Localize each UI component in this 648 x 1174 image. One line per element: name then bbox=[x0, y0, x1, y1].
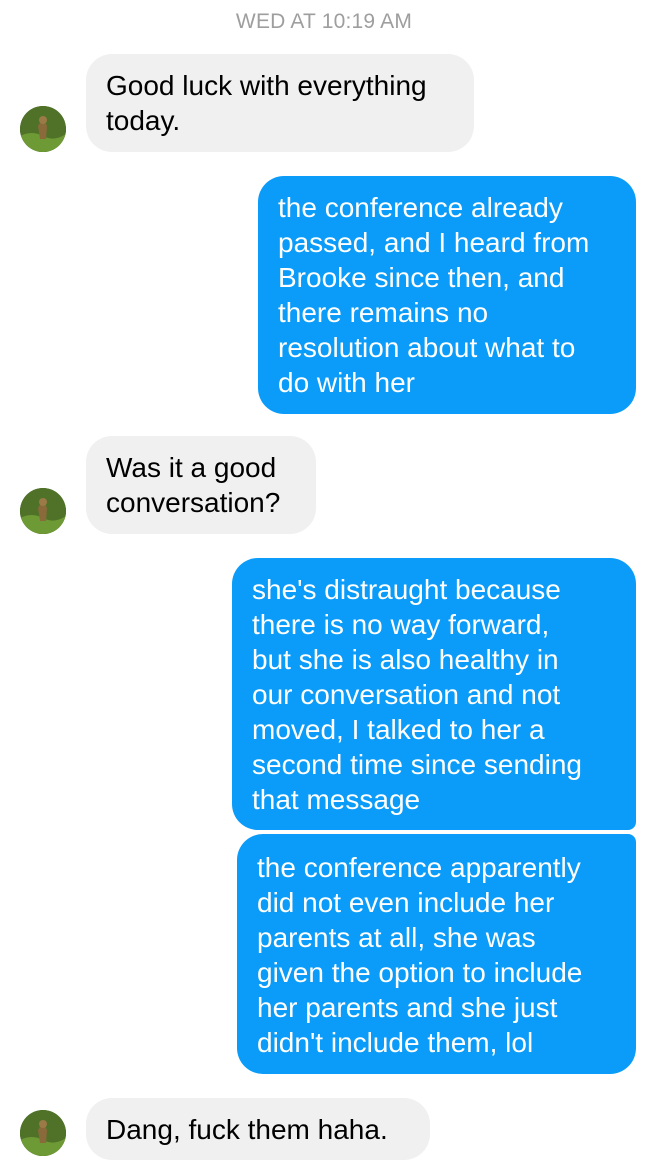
avatar-photo-icon bbox=[20, 1110, 66, 1156]
message-bubble-incoming[interactable]: Good luck with everything today. bbox=[86, 54, 474, 152]
message-bubble-incoming[interactable]: Dang, fuck them haha. bbox=[86, 1098, 430, 1160]
message-bubble-outgoing[interactable]: the conference already passed, and I hea… bbox=[258, 176, 636, 414]
avatar-photo-icon bbox=[20, 106, 66, 152]
message-timestamp: WED AT 10:19 AM bbox=[235, 10, 413, 33]
contact-avatar[interactable] bbox=[20, 488, 66, 534]
message-bubble-outgoing[interactable]: the conference apparently did not even i… bbox=[237, 834, 636, 1074]
avatar-photo-icon bbox=[20, 488, 66, 534]
contact-avatar[interactable] bbox=[20, 106, 66, 152]
contact-avatar[interactable] bbox=[20, 1110, 66, 1156]
message-bubble-outgoing[interactable]: she's distraught because there is no way… bbox=[232, 558, 636, 830]
message-bubble-incoming[interactable]: Was it a good conversation? bbox=[86, 436, 316, 534]
